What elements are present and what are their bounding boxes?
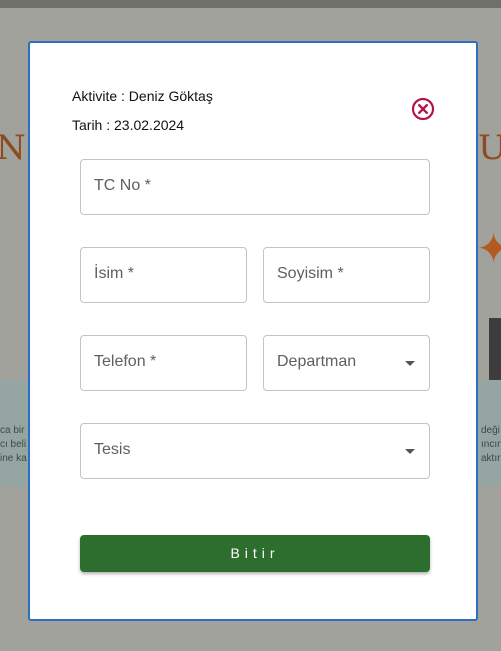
- finish-button[interactable]: Bitir: [80, 535, 430, 572]
- close-circle-icon: [411, 97, 435, 121]
- department-select[interactable]: Departman: [263, 335, 430, 391]
- background-text-left-3: ine ka: [0, 453, 27, 464]
- chevron-down-icon: [405, 449, 415, 454]
- tc-no-label: TC No *: [94, 177, 151, 194]
- close-button[interactable]: [411, 97, 435, 121]
- phone-field[interactable]: Telefon *: [80, 335, 247, 391]
- background-text-right-2: ıncını: [481, 439, 501, 450]
- last-name-label: Soyisim *: [277, 265, 344, 282]
- background-text-left-1: ca bir: [0, 425, 25, 436]
- first-name-field[interactable]: İsim *: [80, 247, 247, 303]
- tc-no-field[interactable]: TC No *: [80, 159, 430, 215]
- background-star-icon: ✦: [476, 225, 501, 272]
- background-heading-fragment-left: N: [0, 128, 26, 168]
- date-label: Tarih : 23.02.2024: [72, 117, 185, 133]
- department-label: Departman: [277, 353, 357, 370]
- activity-label: Aktivite : Deniz Göktaş: [72, 88, 213, 104]
- first-name-label: İsim *: [94, 265, 134, 282]
- background-top-bar: [0, 0, 501, 8]
- background-heading-fragment-right: U: [478, 128, 501, 168]
- facility-label: Tesis: [94, 441, 131, 458]
- background-text-right-1: deği: [481, 425, 500, 436]
- facility-select[interactable]: Tesis: [80, 423, 430, 479]
- background-text-right-3: aktır: [481, 453, 501, 464]
- chevron-down-icon: [405, 361, 415, 366]
- phone-label: Telefon *: [94, 353, 157, 370]
- background-text-left-2: cı beli: [0, 439, 27, 450]
- registration-modal: Aktivite : Deniz Göktaş Tarih : 23.02.20…: [28, 41, 478, 621]
- last-name-field[interactable]: Soyisim *: [263, 247, 430, 303]
